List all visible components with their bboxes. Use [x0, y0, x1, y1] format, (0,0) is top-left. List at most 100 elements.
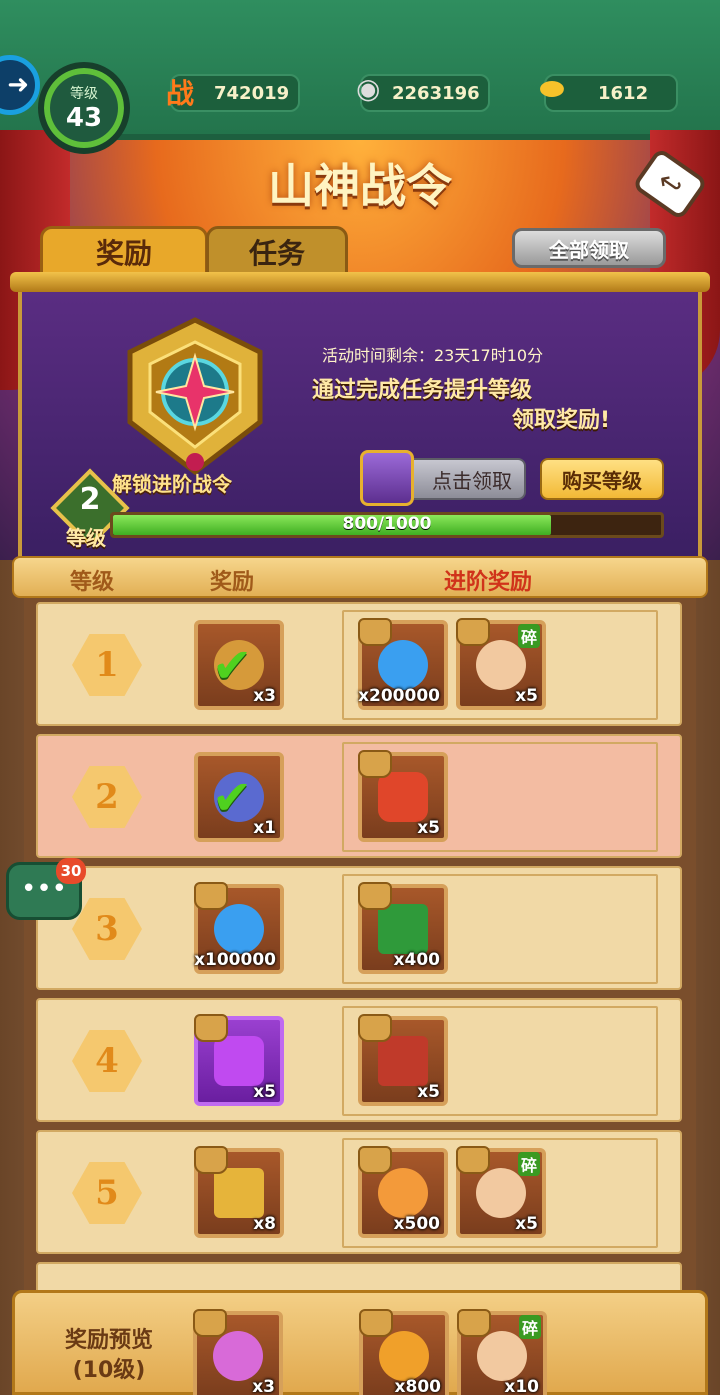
buy-level-button[interactable]: 购买等级	[540, 458, 664, 500]
row-level: 2	[72, 766, 142, 828]
reward-item[interactable]: 碎 x5	[456, 1146, 546, 1238]
tab-rewards[interactable]: 奖励	[40, 226, 208, 278]
lock-icon	[358, 1014, 392, 1042]
click-claim-button[interactable]: 点击领取	[360, 450, 526, 506]
lock-icon	[358, 1146, 392, 1174]
lock-icon	[194, 1014, 228, 1042]
reward-row: 1 ✔ x3 x200000 碎 x5	[36, 602, 682, 726]
player-level-label: 等级	[70, 86, 98, 102]
hero-fragment-icon	[476, 1168, 526, 1218]
item-quantity: x800	[394, 1377, 441, 1395]
lock-icon	[194, 882, 228, 910]
header-level: 等级	[70, 570, 115, 595]
tab-tasks[interactable]: 任务	[206, 226, 348, 278]
reward-item[interactable]: 碎 x5	[456, 618, 546, 710]
row-level: 4	[72, 1030, 142, 1092]
battle-pass-emblem-icon[interactable]	[110, 312, 280, 482]
combat-power-stat: 战 742019	[166, 74, 300, 112]
treasure-chest-icon	[378, 1036, 428, 1086]
item-quantity: x3	[253, 686, 276, 706]
silver-stat: ◉ 2263196	[356, 72, 490, 112]
gold-value: 1612	[598, 82, 649, 104]
click-claim-label: 点击领取	[432, 468, 512, 493]
lock-icon	[358, 882, 392, 910]
player-level-value: 43	[65, 103, 103, 133]
reward-item[interactable]: x5	[358, 750, 448, 842]
description-line-1: 通过完成任务提升等级	[312, 378, 533, 403]
reward-row: 5 x8 x500 碎 x5	[36, 1130, 682, 1254]
claim-all-button[interactable]: 全部领取	[512, 228, 666, 268]
description-line-2: 领取奖励!	[512, 408, 611, 433]
reward-item[interactable]: x500	[358, 1146, 448, 1238]
reward-row: 4 x5 x5	[36, 998, 682, 1122]
green-leaf-icon	[378, 904, 428, 954]
reward-item[interactable]: ✔ x3	[194, 620, 284, 710]
lock-icon	[358, 618, 392, 646]
gold-ingot-icon: ⬬	[540, 72, 564, 105]
item-quantity: x400	[393, 950, 440, 970]
reward-item[interactable]: x5	[194, 1014, 284, 1106]
claimed-check-icon: ✔	[212, 770, 253, 826]
lock-icon	[457, 1309, 491, 1337]
item-quantity: x5	[515, 686, 538, 706]
player-level-badge[interactable]: 等级 43	[38, 62, 130, 154]
treasure-chest-icon	[214, 1168, 264, 1218]
reward-item[interactable]: x800	[359, 1309, 449, 1395]
event-time-remaining: 活动时间剩余：23天17时10分	[322, 346, 544, 365]
reward-item[interactable]: ✔ x1	[194, 752, 284, 842]
xp-progress-text: 800/1000	[342, 514, 432, 534]
item-quantity: x5	[417, 1082, 440, 1102]
header-premium-rewards: 进阶奖励	[444, 570, 533, 595]
tab-rail	[10, 272, 710, 292]
chat-unread-badge: 30	[56, 858, 86, 884]
item-quantity: x5	[417, 818, 440, 838]
fragment-label: 碎	[517, 624, 540, 648]
row-level: 3	[72, 898, 142, 960]
reward-item[interactable]: 碎 x10	[457, 1309, 547, 1395]
item-quantity: x3	[252, 1377, 275, 1395]
item-quantity: x5	[515, 1214, 538, 1234]
rewards-table-header: 等级 奖励 进阶奖励	[12, 556, 708, 598]
silver-value: 2263196	[392, 82, 480, 104]
current-level-label: 等级	[66, 526, 106, 550]
item-quantity: x200000	[358, 686, 440, 706]
blue-potion-icon	[214, 904, 264, 954]
reward-item[interactable]: x8	[194, 1146, 284, 1238]
reward-row: 3 x100000 x400	[36, 866, 682, 990]
preview-title: 奖励预览	[64, 1328, 153, 1353]
lock-icon	[194, 1146, 228, 1174]
combat-power-value: 742019	[214, 82, 290, 104]
item-quantity: x500	[393, 1214, 440, 1234]
hero-fragment-icon	[477, 1331, 527, 1381]
row-level: 5	[72, 1162, 142, 1224]
lock-icon	[358, 750, 392, 778]
item-quantity: x5	[253, 1082, 276, 1102]
hero-fragment-icon	[476, 640, 526, 690]
reward-item[interactable]: x400	[358, 882, 448, 974]
fragment-label: 碎	[517, 1152, 540, 1176]
top-status-bar: ➜ 等级 43 战 742019 ◉ 2263196 ⬬ 1612	[0, 0, 720, 154]
purple-chest-icon	[360, 450, 414, 506]
combat-icon: 战	[166, 77, 195, 110]
reward-item[interactable]: x3	[193, 1309, 283, 1395]
unlock-premium-caption[interactable]: 解锁进阶战令	[112, 468, 232, 497]
item-quantity: x1	[253, 818, 276, 838]
claimed-check-icon: ✔	[212, 638, 253, 694]
preview-subtitle: (10级)	[72, 1358, 146, 1383]
fragment-label: 碎	[518, 1315, 541, 1339]
lock-icon	[456, 1146, 490, 1174]
item-quantity: x100000	[194, 950, 276, 970]
reward-item[interactable]: x5	[358, 1014, 448, 1106]
silver-coin-icon: ◉	[356, 72, 381, 105]
reward-item[interactable]: x200000	[358, 618, 448, 710]
reward-row-current: 2 ✔ x1 x5	[36, 734, 682, 858]
reward-item[interactable]: x100000	[194, 882, 284, 974]
peach-icon	[378, 1168, 428, 1218]
side-arrow-icon[interactable]: ➜	[0, 55, 40, 115]
lock-icon	[456, 618, 490, 646]
row-level: 1	[72, 634, 142, 696]
blue-potion-icon	[378, 640, 428, 690]
gold-stat: ⬬ 1612	[540, 72, 678, 112]
header-free-rewards: 奖励	[210, 570, 255, 595]
item-quantity: x10	[504, 1377, 539, 1395]
